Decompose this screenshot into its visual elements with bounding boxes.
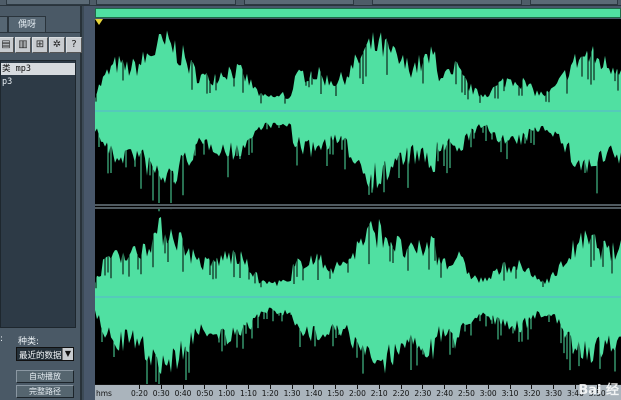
selection-range-bar[interactable]	[95, 8, 621, 18]
full-path-button[interactable]: 完整路径	[16, 385, 74, 398]
playhead-icon[interactable]	[95, 19, 103, 25]
type-select[interactable]: 最近的数据 ▼	[16, 347, 74, 361]
type-label: 种类:	[18, 337, 40, 347]
ruler-label: 0:40	[174, 389, 192, 398]
waveform-editor: hms 0:20 0:30 0:40 0:50 1:00 1:10 1:20 1:30 1:40 1…	[84, 6, 621, 400]
toolbar-segment	[372, 0, 522, 5]
tab-favorites[interactable]: 偶呀	[8, 16, 46, 33]
ruler-label: 0:20	[131, 389, 148, 398]
ruler-label: 2:00	[349, 389, 366, 398]
ruler-label: 1:50	[327, 389, 345, 398]
ruler-label: 0:30	[152, 389, 170, 398]
toolbar-segment	[96, 0, 236, 5]
ruler-label: 1:00	[218, 389, 236, 398]
file-list[interactable]: 类 mp3 p3	[0, 60, 76, 328]
tab-files[interactable]	[0, 16, 8, 33]
open-file-icon[interactable]: ▤	[0, 37, 14, 53]
filter-label: :	[0, 334, 4, 344]
chevron-down-icon[interactable]: ▼	[62, 348, 73, 360]
list-item[interactable]: 类 mp3	[1, 63, 75, 75]
ruler-label: 1:20	[261, 389, 279, 398]
time-ruler[interactable]: hms 0:20 0:30 0:40 0:50 1:00 1:10 1:20 1:30 1:40 1…	[95, 384, 621, 400]
ruler-label: 0:50	[196, 389, 214, 398]
ruler-label: 2:10	[370, 389, 388, 398]
ruler-label: 2:20	[392, 389, 410, 398]
ruler-label: 2:40	[436, 389, 454, 398]
toolbar-segment	[244, 0, 354, 5]
ruler-label: 1:30	[283, 389, 301, 398]
toolbar-segment	[6, 0, 90, 5]
waveform-display[interactable]	[95, 19, 621, 386]
waveform-channel	[95, 217, 621, 375]
type-select-value: 最近的数据	[19, 351, 61, 361]
refresh-icon[interactable]: ✲	[49, 37, 65, 53]
help-icon[interactable]: ?	[66, 37, 82, 53]
ruler-label: 3:10	[501, 389, 519, 398]
watermark: Bai 经	[578, 383, 619, 398]
list-item[interactable]: p3	[1, 76, 75, 88]
file-panel: 偶呀 ▤ ▥ ⊞ ✲ ? 类 mp3 p3 : 种类: 最近的数据 ▼ 自动播放…	[0, 6, 82, 400]
ruler-label: 2:50	[458, 389, 475, 398]
tab-divider	[0, 32, 80, 33]
toolbar-segment	[530, 0, 618, 5]
auto-play-button[interactable]: 自动播放	[16, 370, 74, 383]
ruler-label: 2:30	[414, 389, 432, 398]
ruler-label: 1:10	[240, 389, 257, 398]
ruler-label: 1:40	[305, 389, 323, 398]
ruler-label: 3:00	[479, 389, 497, 398]
ruler-label: 3:30	[545, 389, 563, 398]
insert-icon[interactable]: ⊞	[32, 37, 48, 53]
ruler-label: 3:20	[523, 389, 541, 398]
edit-icon[interactable]: ▥	[15, 37, 31, 53]
ruler-unit-label: hms	[96, 389, 112, 398]
